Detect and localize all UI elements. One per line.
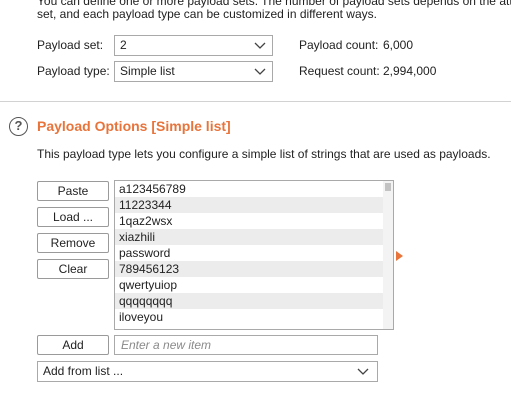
- section-title: Payload Options [Simple list]: [37, 118, 231, 134]
- chevron-down-icon: [254, 68, 266, 75]
- list-item[interactable]: 789456123: [115, 261, 383, 277]
- new-item-input[interactable]: [114, 335, 378, 355]
- list-item[interactable]: 11223344: [115, 197, 383, 213]
- request-count-label: Request count:: [299, 64, 380, 78]
- list-item[interactable]: qwertyuiop: [115, 277, 383, 293]
- help-icon[interactable]: ?: [9, 117, 28, 136]
- payload-set-value: 2: [120, 38, 127, 52]
- paste-button[interactable]: Paste: [37, 181, 109, 201]
- list-item[interactable]: iloveyou: [115, 309, 383, 325]
- section-divider: [0, 101, 511, 102]
- section-description: This payload type lets you configure a s…: [37, 147, 491, 161]
- payload-list[interactable]: a123456789 11223344 1qaz2wsx xiazhili pa…: [114, 180, 394, 330]
- add-from-list-select[interactable]: Add from list ...: [37, 361, 378, 382]
- payload-count-value: 6,000: [383, 38, 414, 52]
- list-item[interactable]: xiazhili: [115, 229, 383, 245]
- list-item[interactable]: a123456789: [115, 181, 383, 197]
- payload-set-select[interactable]: 2: [114, 35, 273, 56]
- list-scrollbar[interactable]: [383, 181, 393, 329]
- remove-button[interactable]: Remove: [37, 233, 109, 253]
- payload-type-value: Simple list: [120, 64, 175, 78]
- payload-type-select[interactable]: Simple list: [114, 61, 273, 82]
- intro-text-line-2: set, and each payload type can be custom…: [37, 7, 377, 21]
- payload-type-label: Payload type:: [37, 64, 110, 78]
- list-item[interactable]: 1qaz2wsx: [115, 213, 383, 229]
- list-item[interactable]: qqqqqqqq: [115, 293, 383, 309]
- add-from-list-value: Add from list ...: [43, 364, 124, 378]
- clear-button[interactable]: Clear: [37, 259, 109, 279]
- orange-triangle-icon: [396, 251, 403, 261]
- load-button[interactable]: Load ...: [37, 207, 109, 227]
- request-count-value: 2,994,000: [383, 64, 437, 78]
- chevron-down-icon: [357, 368, 369, 375]
- list-item[interactable]: password: [115, 245, 383, 261]
- payload-set-label: Payload set:: [37, 38, 104, 52]
- payload-count-label: Payload count:: [299, 38, 379, 52]
- chevron-down-icon: [254, 42, 266, 49]
- scrollbar-thumb[interactable]: [385, 183, 391, 191]
- add-button[interactable]: Add: [37, 335, 109, 355]
